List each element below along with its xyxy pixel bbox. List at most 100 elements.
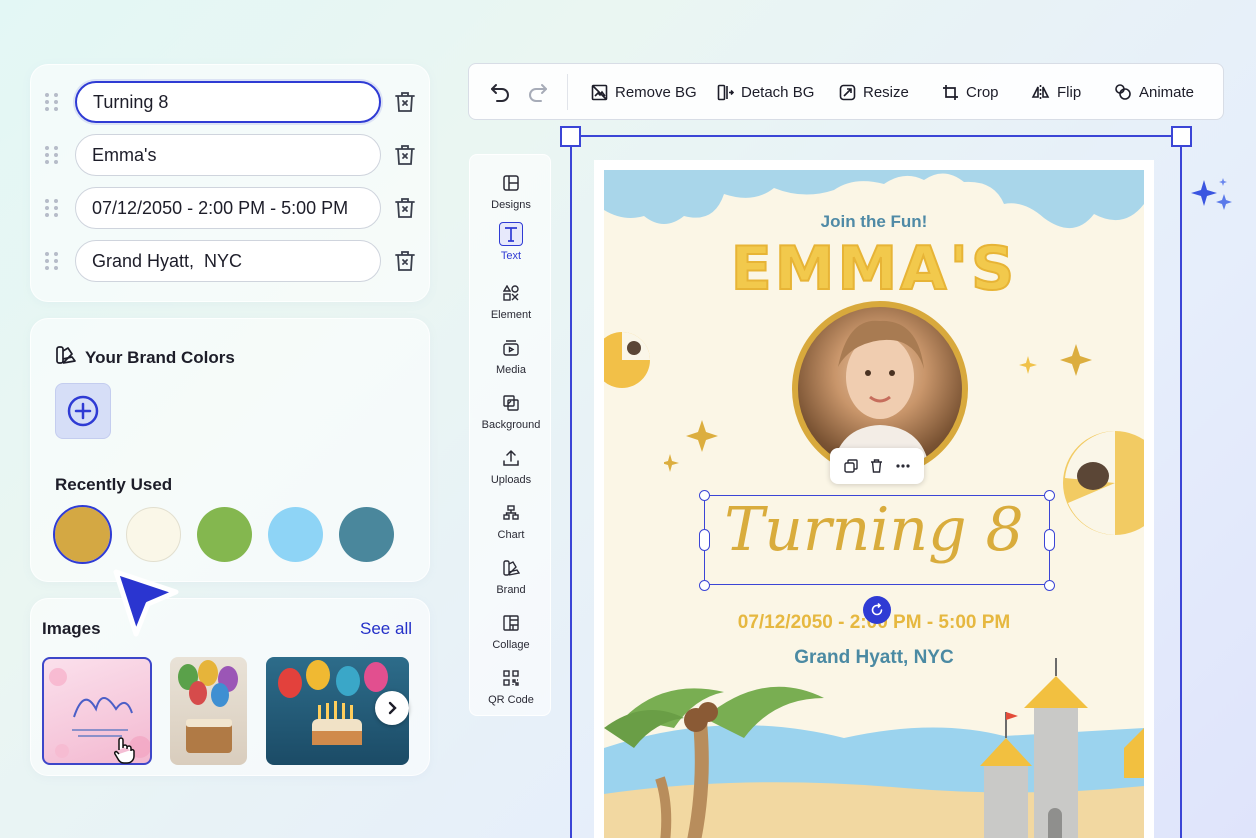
upload-icon xyxy=(503,446,519,470)
chart-icon xyxy=(503,501,519,525)
nav-item-media[interactable]: Media xyxy=(470,336,552,388)
detach-bg-button[interactable]: Detach BG xyxy=(717,80,814,104)
resize-label: Resize xyxy=(863,83,909,101)
star-decoration xyxy=(664,420,718,472)
selection-corner-handle[interactable] xyxy=(1044,580,1055,591)
card-name-heading: EMMA'S xyxy=(730,233,1018,305)
animate-icon xyxy=(1115,84,1131,100)
selection-side-handle[interactable] xyxy=(1044,529,1055,551)
nav-label: QR Code xyxy=(488,694,534,706)
text-field-row xyxy=(45,186,425,230)
selection-side-handle[interactable] xyxy=(699,529,710,551)
pointer-cursor-icon xyxy=(113,569,179,637)
image-thumbnail[interactable] xyxy=(170,657,247,765)
trash-icon[interactable] xyxy=(393,195,417,221)
crop-label: Crop xyxy=(966,83,999,101)
animate-button[interactable]: Animate xyxy=(1114,80,1194,104)
color-swatch[interactable] xyxy=(126,507,181,562)
color-swatch[interactable] xyxy=(53,505,112,564)
nav-label: Background xyxy=(481,419,541,431)
resize-handle[interactable] xyxy=(1171,126,1192,147)
rotate-icon xyxy=(871,603,883,616)
nav-item-element[interactable]: Element xyxy=(470,281,552,333)
nav-label: Collage xyxy=(492,639,530,651)
crop-button[interactable]: Crop xyxy=(942,80,999,104)
brand-colors-heading: Your Brand Colors xyxy=(55,345,235,370)
resize-button[interactable]: Resize xyxy=(839,80,909,104)
nav-item-background[interactable]: Background xyxy=(470,391,552,443)
hand-cursor-icon xyxy=(114,737,135,764)
text-field-row xyxy=(45,239,425,283)
nav-item-chart[interactable]: Chart xyxy=(470,501,552,553)
nav-item-qr-code[interactable]: QR Code xyxy=(470,666,552,718)
flip-icon xyxy=(1031,84,1050,100)
drag-handle-icon[interactable] xyxy=(45,250,61,272)
detach-bg-icon xyxy=(717,84,734,100)
more-options-icon[interactable] xyxy=(896,464,910,468)
collage-icon xyxy=(503,611,519,635)
brand-icon xyxy=(502,556,520,580)
drag-handle-icon[interactable] xyxy=(45,144,61,166)
trash-icon[interactable] xyxy=(870,459,883,473)
color-swatch[interactable] xyxy=(197,507,252,562)
plus-circle-icon xyxy=(67,395,99,427)
resize-icon xyxy=(839,84,856,100)
redo-icon[interactable] xyxy=(527,81,549,108)
drag-handle-icon[interactable] xyxy=(45,91,61,113)
layout-icon xyxy=(503,171,519,195)
nav-item-text[interactable]: Text xyxy=(470,222,552,274)
nav-item-brand[interactable]: Brand xyxy=(470,556,552,608)
remove-bg-label: Remove BG xyxy=(615,83,697,101)
next-images-button[interactable] xyxy=(375,691,409,725)
color-swatch[interactable] xyxy=(339,507,394,562)
remove-bg-icon xyxy=(591,84,608,100)
side-navigation: Designs Text Element Media Background Up… xyxy=(469,154,551,716)
join-tagline: Join the Fun! xyxy=(820,212,928,231)
images-panel: Images See all xyxy=(30,598,430,776)
nav-label: Element xyxy=(490,309,532,321)
nav-item-designs[interactable]: Designs xyxy=(470,171,552,223)
beach-scene-illustration xyxy=(604,658,1144,838)
duplicate-icon[interactable] xyxy=(844,459,858,473)
nav-item-uploads[interactable]: Uploads xyxy=(470,446,552,498)
star-decoration xyxy=(1019,344,1092,376)
sparkle-icon xyxy=(1191,178,1232,210)
nav-label: Brand xyxy=(496,584,526,596)
resize-handle[interactable] xyxy=(560,126,581,147)
remove-bg-button[interactable]: Remove BG xyxy=(591,80,697,104)
flip-label: Flip xyxy=(1057,83,1082,101)
text-field-row xyxy=(45,133,425,177)
nav-item-collage[interactable]: Collage xyxy=(470,611,552,663)
recent-color-swatches xyxy=(53,505,394,564)
qr-code-icon xyxy=(503,666,519,690)
text-field-input[interactable] xyxy=(75,240,381,282)
selection-corner-handle[interactable] xyxy=(699,490,710,501)
selection-corner-handle[interactable] xyxy=(1044,490,1055,501)
add-brand-color-button[interactable] xyxy=(55,383,111,439)
see-all-link[interactable]: See all xyxy=(360,619,412,639)
nav-label: Uploads xyxy=(490,474,532,486)
drag-handle-icon[interactable] xyxy=(45,197,61,219)
text-field-input[interactable] xyxy=(75,81,381,123)
images-title: Images xyxy=(42,619,101,638)
animate-label: Animate xyxy=(1139,83,1195,101)
brand-colors-panel: Your Brand Colors Recently Used xyxy=(30,318,430,582)
crop-icon xyxy=(943,84,958,100)
text-selection-box[interactable] xyxy=(704,495,1050,585)
recently-used-title: Recently Used xyxy=(55,475,173,494)
trash-icon[interactable] xyxy=(393,142,417,168)
text-icon xyxy=(499,222,523,246)
undo-icon[interactable] xyxy=(489,81,511,108)
text-field-input[interactable] xyxy=(75,187,381,229)
chevron-right-icon xyxy=(388,701,397,715)
background-icon xyxy=(503,391,519,415)
flip-button[interactable]: Flip xyxy=(1031,80,1081,104)
nav-label: Designs xyxy=(491,199,531,211)
trash-icon[interactable] xyxy=(393,89,417,115)
selection-corner-handle[interactable] xyxy=(699,580,710,591)
brand-icon xyxy=(55,345,77,370)
trash-icon[interactable] xyxy=(393,248,417,274)
color-swatch[interactable] xyxy=(268,507,323,562)
text-field-input[interactable] xyxy=(75,134,381,176)
rotate-handle[interactable] xyxy=(863,596,891,624)
